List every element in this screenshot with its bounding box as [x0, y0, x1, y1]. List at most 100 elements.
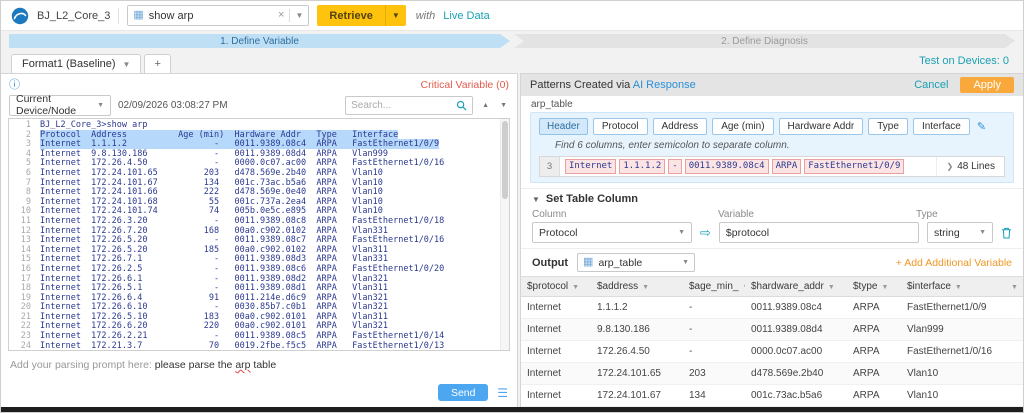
prompt-text[interactable]: table [251, 359, 277, 371]
output-column-header[interactable]: $address▼ [591, 277, 683, 297]
matched-token[interactable]: - [669, 160, 680, 173]
add-format-tab-button[interactable]: + [144, 54, 170, 73]
test-on-devices-link[interactable]: Test on Devices: 0 [919, 55, 1009, 67]
column-pill[interactable]: Protocol [593, 118, 648, 135]
vertical-scrollbar[interactable] [500, 119, 509, 350]
column-dropdown-caret[interactable]: ▼ [881, 284, 888, 291]
column-dropdown-caret[interactable]: ▼ [742, 284, 745, 291]
output-table-cell: Vlan10 [901, 363, 1007, 385]
device-node-select[interactable]: Current Device/Node ▼ [9, 95, 111, 116]
main-content: ⓘ Critical Variable (0) Current Device/N… [1, 73, 1023, 409]
cli-output-viewer[interactable]: 123456789101112131415161718192021222324 … [8, 118, 510, 351]
type-select[interactable]: string ▼ [927, 222, 993, 243]
critical-variable-link[interactable]: Critical Variable (0) [421, 79, 510, 91]
line-number: 24 [9, 342, 31, 351]
expand-lines-button[interactable]: ❯ 48 Lines [936, 157, 1004, 176]
set-table-column-section[interactable]: ▼ Set Table Column [521, 188, 1023, 207]
column-pill[interactable]: Age (min) [712, 118, 773, 135]
ai-response-link[interactable]: AI Response [633, 79, 696, 91]
search-box[interactable] [345, 96, 473, 115]
chevron-down-icon[interactable]: ▼ [295, 12, 303, 20]
command-combobox[interactable]: ▦ show arp × ▼ [127, 5, 309, 26]
column-pill[interactable]: Hardware Addr [779, 118, 864, 135]
search-icon[interactable] [456, 100, 467, 111]
matched-token[interactable]: FastEthernet1/0/9 [805, 160, 903, 173]
matched-token[interactable]: Internet [566, 160, 615, 173]
output-table-cell-filler [1007, 341, 1023, 363]
table-grid-icon: ▦ [583, 257, 593, 268]
output-table-cell: ARPA [847, 341, 901, 363]
output-table-row[interactable]: Internet172.26.4.50-0000.0c07.ac00ARPAFa… [521, 341, 1023, 363]
matched-token[interactable]: ARPA [773, 160, 801, 173]
map-arrow-icon[interactable]: ⇨ [700, 226, 711, 239]
column-mapping-row: Protocol ▼ ⇨ string ▼ [521, 221, 1023, 248]
send-button[interactable]: Send [438, 384, 488, 401]
chevron-down-icon[interactable]: ▼ [97, 102, 104, 109]
column-dropdown-caret[interactable]: ▼ [572, 284, 579, 291]
line-number-gutter: 123456789101112131415161718192021222324 [9, 119, 36, 350]
table-options-header[interactable]: ▼ [1007, 277, 1023, 297]
chevron-down-icon[interactable]: ▼ [682, 259, 689, 266]
output-table-cell: 203 [683, 363, 745, 385]
info-icon[interactable]: ⓘ [9, 80, 20, 91]
output-column-header[interactable]: $protocol▼ [521, 277, 591, 297]
live-data-link[interactable]: Live Data [443, 10, 489, 22]
matched-token[interactable]: 1.1.1.2 [620, 160, 664, 173]
command-text[interactable]: show arp [149, 10, 273, 22]
topbar: BJ_L2_Core_3 ▦ show arp × ▼ Retrieve ▼ w… [1, 1, 1023, 31]
chevron-down-icon[interactable]: ▼ [123, 60, 131, 69]
retrieve-button-label[interactable]: Retrieve [317, 5, 384, 26]
output-table-header-row: $protocol▼$address▼$age_min_▼$hardware_a… [521, 277, 1023, 297]
tab-format1-baseline[interactable]: Format1 (Baseline) ▼ [11, 54, 141, 73]
column-pill[interactable]: Type [868, 118, 908, 135]
output-table-row[interactable]: Internet172.24.101.65203d478.569e.2b40AR… [521, 363, 1023, 385]
step-define-variable[interactable]: 1. Define Variable [9, 34, 510, 48]
column-dropdown-caret[interactable]: ▼ [642, 284, 649, 291]
type-select-value: string [934, 227, 960, 239]
apply-button[interactable]: Apply [960, 77, 1014, 93]
output-table-row[interactable]: Internet1.1.1.2-0011.9389.08c4ARPAFastEt… [521, 297, 1023, 319]
clear-command-icon[interactable]: × [278, 10, 284, 21]
output-column-header[interactable]: $hardware_addr▼ [745, 277, 847, 297]
delete-variable-icon[interactable] [1001, 227, 1012, 239]
output-table-cell: - [683, 319, 745, 341]
output-column-header[interactable]: $age_min_▼ [683, 277, 745, 297]
chevron-down-icon[interactable]: ▼ [979, 229, 986, 236]
find-next-button[interactable]: ▼ [498, 100, 509, 111]
variable-name-input[interactable] [719, 222, 919, 243]
retrieve-dropdown-caret[interactable]: ▼ [385, 5, 406, 26]
column-pill[interactable]: Interface [913, 118, 970, 135]
search-input[interactable] [351, 100, 452, 111]
output-column-header[interactable]: $type▼ [847, 277, 901, 297]
chevron-down-icon[interactable]: ▼ [678, 229, 685, 236]
console-line[interactable]: Internet 172.21.3.7 70 0019.2fbe.f5c5 AR… [40, 342, 509, 350]
column-dropdown-caret[interactable]: ▼ [828, 284, 835, 291]
step-define-diagnosis[interactable]: 2. Define Diagnosis [514, 34, 1015, 48]
retrieve-button[interactable]: Retrieve ▼ [317, 5, 405, 26]
output-table-row[interactable]: Internet9.8.130.186-0011.9389.08d4ARPAVl… [521, 319, 1023, 341]
column-dropdown-caret[interactable]: ▼ [955, 284, 962, 291]
output-table-select[interactable]: ▦ arp_table ▼ [577, 253, 695, 272]
console-output[interactable]: BJ_L2_Core_3>show arpProtocol Address Ag… [36, 119, 509, 350]
output-column-header[interactable]: $interface▼ [901, 277, 1007, 297]
send-row: Send ☰ [8, 384, 510, 408]
find-previous-button[interactable]: ▲ [480, 100, 491, 111]
scrollbar-thumb[interactable] [502, 121, 508, 199]
edit-header-icon[interactable]: ✎ [977, 120, 986, 133]
device-node-select-value: Current Device/Node [16, 93, 97, 117]
column-select[interactable]: Protocol ▼ [532, 222, 692, 243]
add-additional-variable-link[interactable]: + Add Additional Variable [896, 257, 1012, 269]
column-pill[interactable]: Address [653, 118, 708, 135]
table-options-caret[interactable]: ▼ [1011, 284, 1018, 291]
prompt-text[interactable]: please parse the [152, 359, 235, 371]
matched-token[interactable]: 0011.9389.08c4 [686, 160, 768, 173]
chevron-down-icon[interactable]: ▼ [532, 195, 540, 204]
prompt-misspelled-word[interactable]: arp [235, 359, 250, 371]
header-tag[interactable]: Header [539, 118, 588, 135]
cancel-button[interactable]: Cancel [914, 79, 948, 91]
output-table-cell: - [683, 341, 745, 363]
output-table-row[interactable]: Internet172.24.101.67134001c.73ac.b5a6AR… [521, 385, 1023, 407]
prompt-menu-icon[interactable]: ☰ [497, 387, 508, 399]
parsing-prompt-area[interactable]: Add your parsing prompt here: please par… [8, 351, 510, 384]
output-table-cell-filler [1007, 319, 1023, 341]
